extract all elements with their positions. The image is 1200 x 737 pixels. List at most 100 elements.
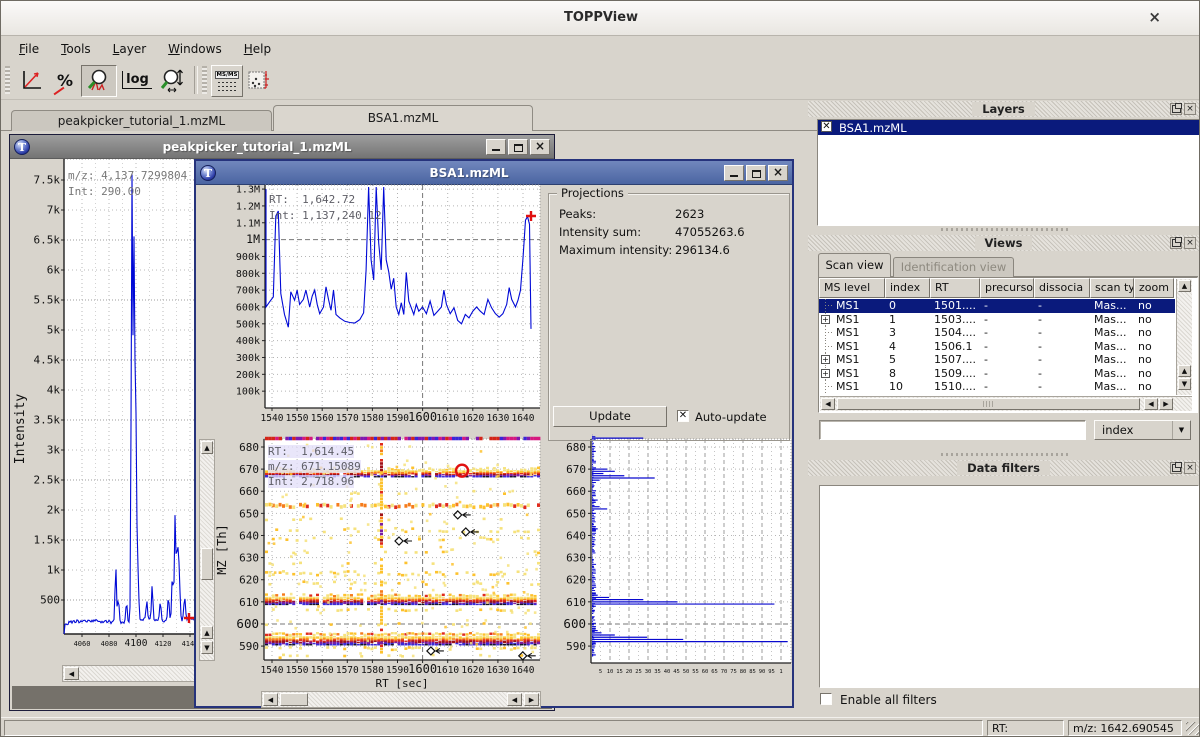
svg-text:1610: 1610	[436, 413, 459, 424]
svg-text:4.5k: 4.5k	[34, 354, 61, 367]
views-float-icon[interactable]	[1170, 237, 1182, 249]
layers-list[interactable]: ✕BSA1.mzML	[817, 119, 1200, 226]
table-row[interactable]: MS1101510....--Mas...no	[819, 380, 1175, 394]
scan-table[interactable]: MS levelindexRTprecursodissociascan tyzo…	[818, 277, 1198, 413]
data-filters-close-icon[interactable]: ×	[1184, 462, 1196, 474]
column-header-scan-ty[interactable]: scan ty	[1090, 278, 1134, 298]
zoom-mode-button[interactable]	[81, 65, 117, 97]
svg-text:1640: 1640	[512, 665, 535, 676]
layers-float-icon[interactable]	[1170, 103, 1182, 115]
tab-identification-view[interactable]: Identification view	[893, 257, 1014, 277]
table-row[interactable]: +MS151507....--Mas...no	[819, 353, 1175, 367]
menu-item-layer[interactable]: Layer	[103, 40, 156, 58]
expand-icon[interactable]: +	[821, 315, 830, 324]
svg-text:600k: 600k	[236, 302, 260, 313]
table-cell: -	[980, 313, 1034, 326]
msms-precursor-button[interactable]: MS/MS	[211, 65, 243, 97]
reset-zoom-axes-button[interactable]	[17, 65, 45, 95]
log-intensity-button[interactable]: log	[123, 65, 151, 95]
status-message-field	[4, 720, 983, 736]
dock-splitter-2[interactable]	[941, 453, 1071, 456]
column-header-rt[interactable]: RT	[930, 278, 980, 298]
log-icon: log	[122, 71, 152, 89]
svg-text:70: 70	[721, 669, 728, 675]
table-cell: -	[1034, 326, 1090, 339]
data-filters-float-icon[interactable]	[1170, 462, 1182, 474]
layer-visible-checkbox[interactable]: ✕	[821, 121, 832, 132]
table-cell: no	[1134, 313, 1174, 326]
svg-text:MZ [Th]: MZ [Th]	[215, 524, 229, 575]
window-bsa[interactable]: T BSA1.mzML × 1.3M1.2M1.1M1M900k800k700k…	[194, 159, 794, 708]
enable-all-filters-checkbox[interactable]	[820, 693, 832, 705]
column-header-index[interactable]: index	[885, 278, 930, 298]
menu-item-file[interactable]: File	[9, 40, 49, 58]
layers-panel-title[interactable]: Layers ×	[808, 101, 1199, 117]
views-close-icon[interactable]: ×	[1184, 237, 1196, 249]
scan-filter-input[interactable]	[819, 420, 1086, 440]
main-close-icon[interactable]: ×	[1148, 10, 1161, 25]
table-row[interactable]: MS131504....--Mas...no	[819, 326, 1175, 340]
maximize-button[interactable]	[508, 139, 528, 155]
scan-table-hscrollbar[interactable]: ◀ ◀ ▶	[820, 396, 1192, 411]
svg-text:15: 15	[616, 669, 623, 675]
svg-text:60: 60	[702, 669, 709, 675]
heatmap-hscrollbar[interactable]: ◀ ◀ ▶	[261, 691, 541, 708]
svg-text:1600: 1600	[408, 662, 437, 676]
sort-by-dropdown[interactable]: index ▼	[1094, 420, 1191, 440]
percentage-intensity-button[interactable]: %	[51, 65, 79, 95]
minimize-button[interactable]	[486, 139, 506, 155]
close-button[interactable]: ×	[530, 139, 550, 155]
rtproj-overlay-int: Int: 1,137,240.12	[269, 209, 382, 222]
column-header-ms-level[interactable]: MS level	[819, 278, 885, 298]
svg-text:3k: 3k	[47, 444, 61, 457]
menu-item-help[interactable]: Help	[234, 40, 281, 58]
table-cell: +MS1	[819, 353, 885, 366]
dot-plot-button[interactable]	[245, 65, 273, 95]
data-filters-list[interactable]	[819, 485, 1199, 688]
table-row[interactable]: MS141506.1--Mas...no	[819, 340, 1175, 354]
dock-splitter-1[interactable]	[941, 228, 1071, 231]
svg-text:1580: 1580	[361, 665, 384, 676]
menu-item-windows[interactable]: Windows	[158, 40, 232, 58]
svg-text:30: 30	[645, 669, 652, 675]
layer-item[interactable]: ✕BSA1.mzML	[818, 120, 1199, 135]
svg-text:610: 610	[566, 596, 586, 609]
peakpicker-titlebar[interactable]: T peakpicker_tutorial_1.mzML ×	[10, 135, 554, 159]
table-row[interactable]: +MS111503....--Mas...no	[819, 313, 1175, 327]
tab-peakpicker-tutorial-1-mzml[interactable]: peakpicker_tutorial_1.mzML	[11, 110, 272, 131]
table-cell: -	[1034, 313, 1090, 326]
svg-text:1M: 1M	[246, 232, 260, 246]
toolbar-drag-handle[interactable]	[5, 66, 10, 94]
column-header-dissocia[interactable]: dissocia	[1034, 278, 1090, 298]
views-panel-title[interactable]: Views ×	[808, 235, 1199, 251]
svg-text:1.3M: 1.3M	[236, 185, 260, 196]
table-row[interactable]: MS101501....--Mas...no	[819, 299, 1175, 313]
toolbar-drag-handle-2[interactable]	[202, 66, 207, 94]
main-titlebar[interactable]: TOPPView ×	[1, 1, 1200, 36]
svg-text:1590: 1590	[386, 413, 409, 424]
svg-text:6.5k: 6.5k	[34, 234, 61, 247]
scan-table-vscrollbar[interactable]: ▲ ▲ ▼	[1176, 279, 1192, 395]
tab-scan-view[interactable]: Scan view	[818, 253, 891, 277]
heatmap-vscrollbar[interactable]: ▲ ▲ ▼	[199, 439, 215, 661]
spectrum-overlay-mz: m/z: 4,137.7299804	[68, 169, 187, 182]
resize-grip[interactable]	[1186, 722, 1199, 735]
expand-icon[interactable]: +	[821, 369, 830, 378]
svg-text:630: 630	[239, 552, 259, 565]
svg-text:660: 660	[239, 485, 259, 498]
column-header-precurso[interactable]: precurso	[980, 278, 1034, 298]
expand-icon[interactable]: +	[821, 355, 830, 364]
update-button[interactable]: Update	[553, 406, 667, 427]
svg-text:7.5k: 7.5k	[34, 174, 61, 187]
column-header-zoom[interactable]: zoom	[1134, 278, 1174, 298]
data-filters-panel-title[interactable]: Data filters ×	[808, 460, 1199, 476]
projections-row-label: Intensity sum:	[559, 225, 641, 239]
table-cell: 1501....	[930, 299, 980, 312]
layers-close-icon[interactable]: ×	[1184, 103, 1196, 115]
tab-bsa1-mzml[interactable]: BSA1.mzML	[273, 105, 533, 131]
svg-text:35: 35	[654, 669, 661, 675]
menu-item-tools[interactable]: Tools	[51, 40, 101, 58]
zoom-stack-button[interactable]	[159, 65, 187, 95]
autoupdate-checkbox[interactable]: ✕	[677, 410, 689, 422]
table-row[interactable]: +MS181509....--Mas...no	[819, 367, 1175, 381]
